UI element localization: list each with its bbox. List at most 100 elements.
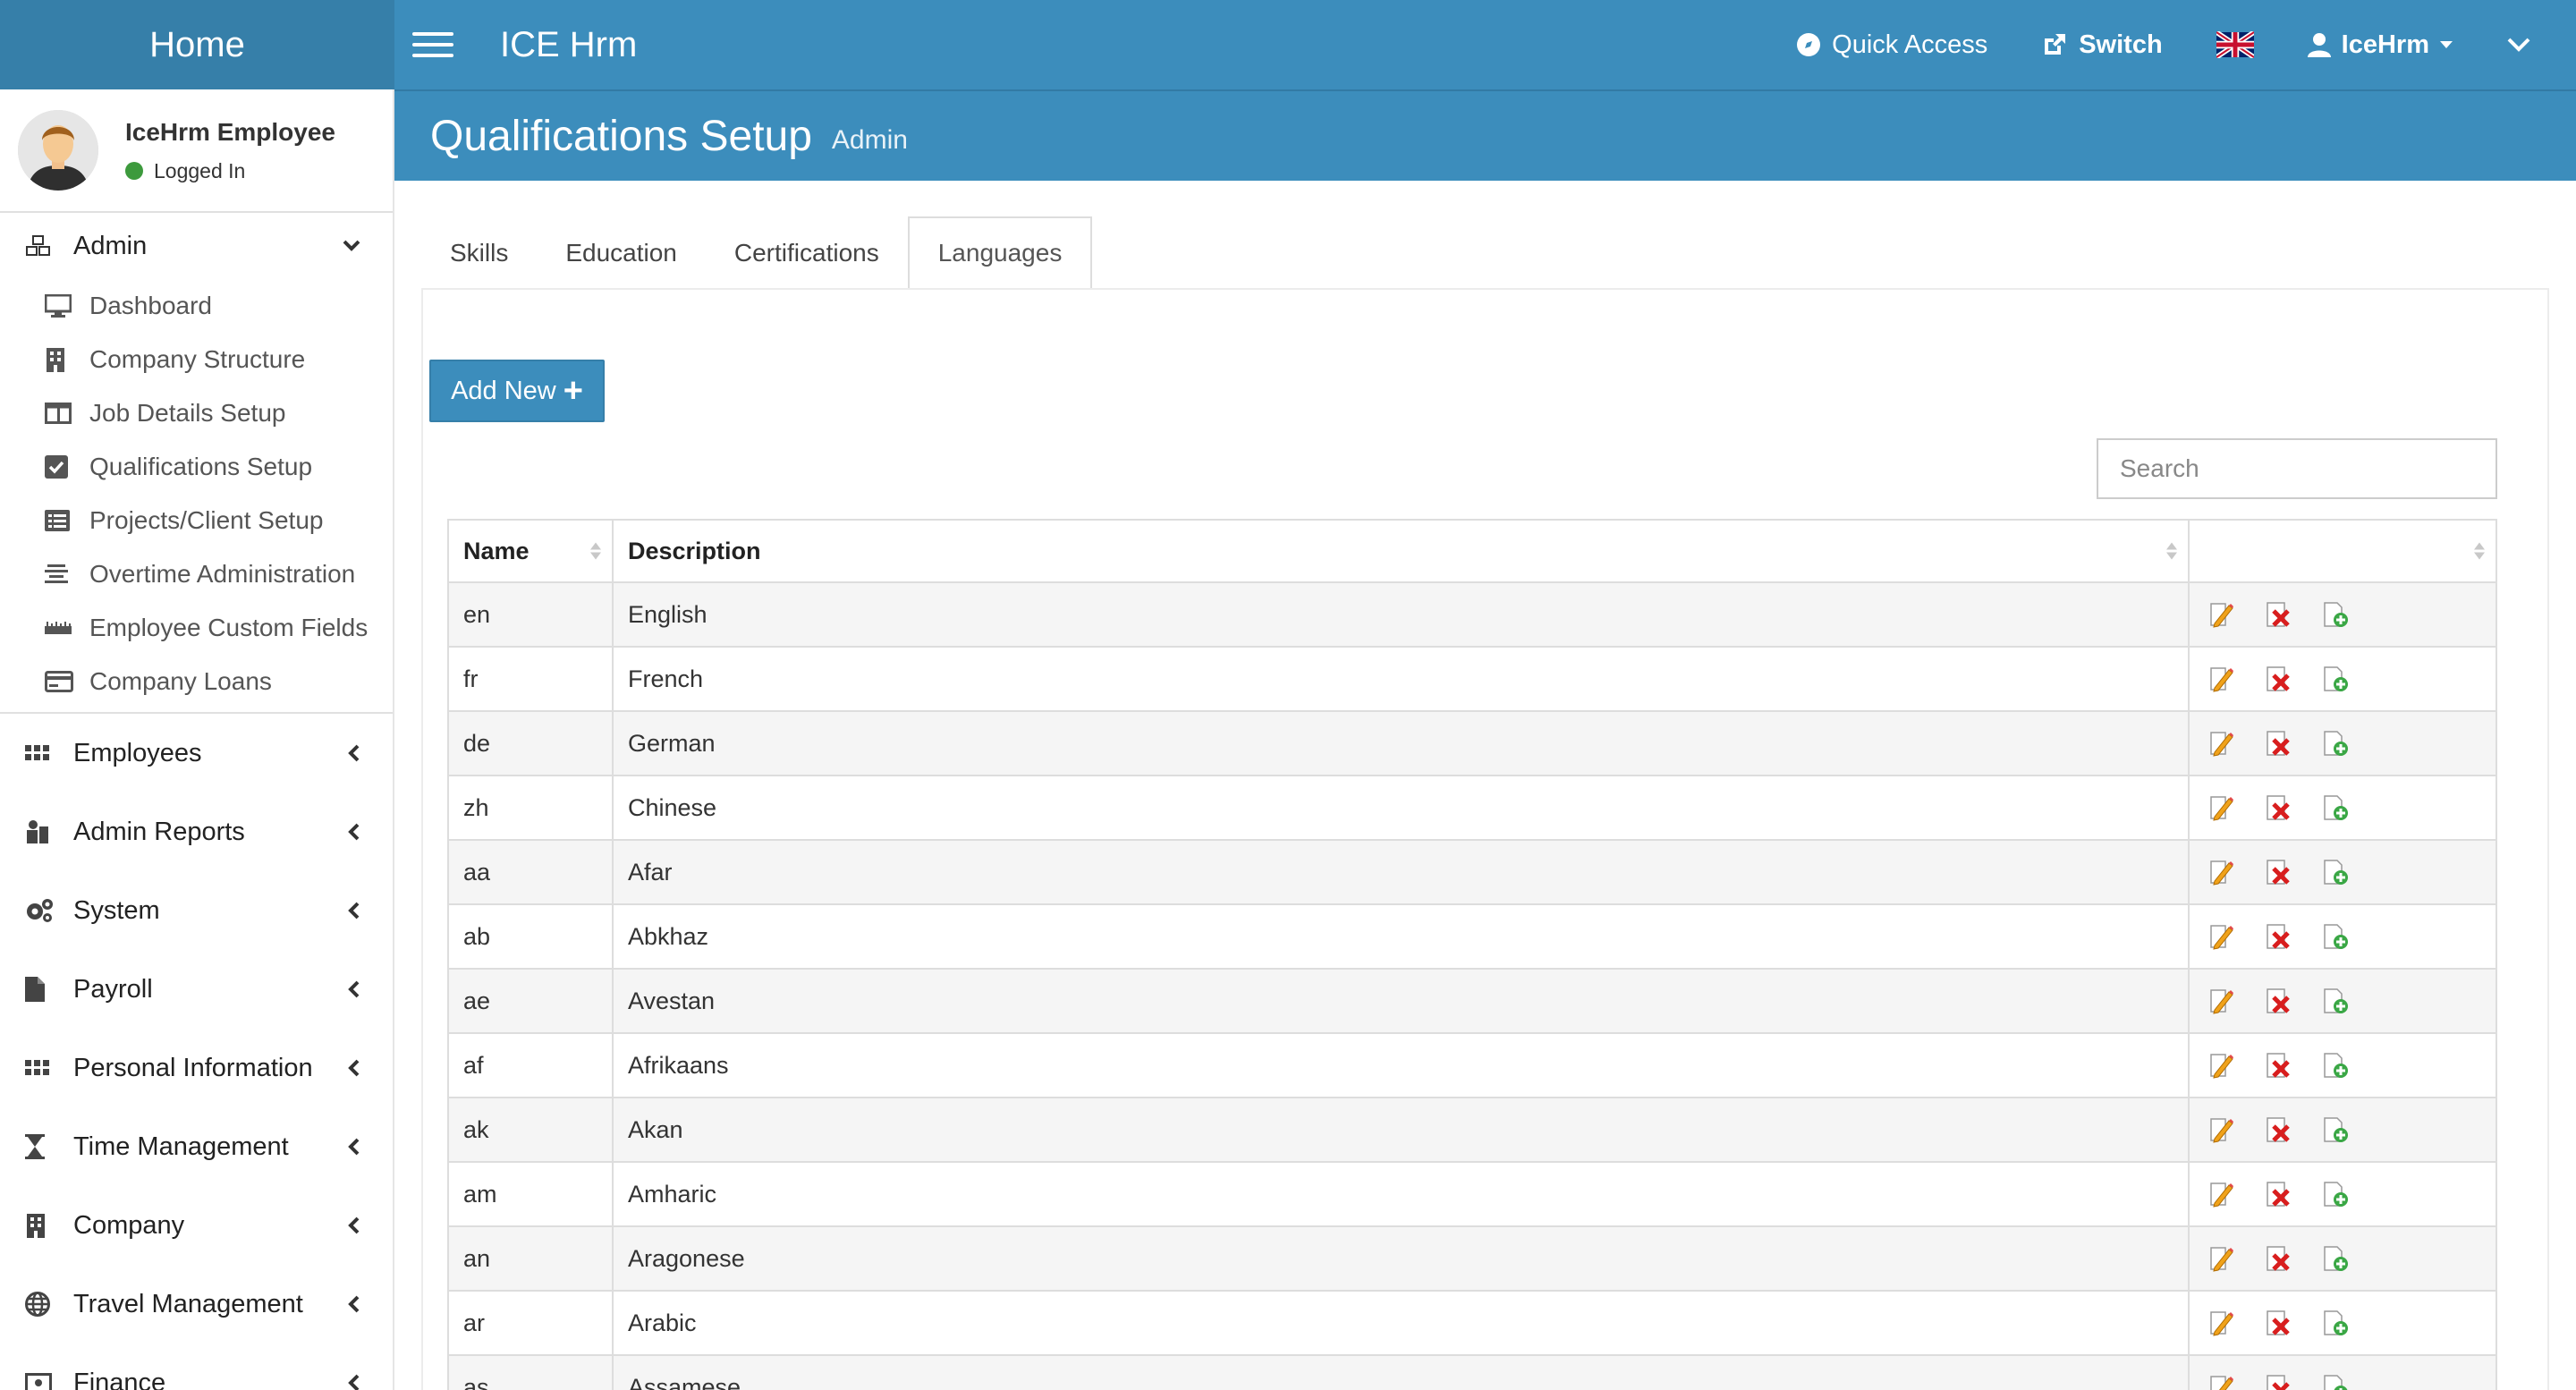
add-new-button[interactable]: Add New + (429, 360, 605, 422)
edit-icon[interactable] (2207, 793, 2234, 822)
edit-icon[interactable] (2207, 987, 2234, 1015)
more-menu-toggle[interactable] (2479, 0, 2576, 89)
chevron-left-icon (348, 980, 360, 998)
delete-icon[interactable] (2265, 1115, 2292, 1144)
compass-icon (1797, 33, 1821, 56)
copy-icon[interactable] (2322, 1051, 2349, 1080)
sidebar-item-personal-information[interactable]: Personal Information (0, 1029, 393, 1107)
globe-icon (25, 1292, 55, 1317)
sidebar-item-employee-custom-fields[interactable]: Employee Custom Fields (0, 601, 393, 655)
delete-icon[interactable] (2265, 729, 2292, 758)
edit-icon[interactable] (2207, 1051, 2234, 1080)
uk-flag-icon[interactable] (2216, 31, 2254, 58)
sort-icon (590, 542, 601, 560)
cell-name: de (448, 710, 614, 776)
table-row: aa Afar (448, 839, 2496, 904)
edit-icon[interactable] (2207, 1373, 2234, 1390)
sidebar-item-qualifications-setup[interactable]: Qualifications Setup (0, 440, 393, 494)
edit-icon[interactable] (2207, 922, 2234, 951)
delete-icon[interactable] (2265, 793, 2292, 822)
column-header-actions[interactable] (2189, 520, 2496, 583)
delete-icon[interactable] (2265, 922, 2292, 951)
edit-icon[interactable] (2207, 858, 2234, 886)
edit-icon[interactable] (2207, 729, 2234, 758)
columns-icon (45, 403, 75, 424)
copy-icon[interactable] (2322, 729, 2349, 758)
cell-actions (2189, 1097, 2496, 1162)
delete-icon[interactable] (2265, 987, 2292, 1015)
copy-icon[interactable] (2322, 1115, 2349, 1144)
delete-icon[interactable] (2265, 1373, 2292, 1390)
edit-icon[interactable] (2207, 1309, 2234, 1337)
tab-certifications[interactable]: Certifications (706, 216, 908, 290)
delete-icon[interactable] (2265, 858, 2292, 886)
sidebar-item-travel-management[interactable]: Travel Management (0, 1265, 393, 1343)
sort-icon (2166, 542, 2177, 560)
copy-icon[interactable] (2322, 1309, 2349, 1337)
hourglass-icon (25, 1134, 55, 1159)
table-row: ak Akan (448, 1097, 2496, 1162)
sidebar-item-payroll[interactable]: Payroll (0, 950, 393, 1029)
languages-table: Name Description en English fr French de Germ… (447, 519, 2497, 1390)
sidebar-item-company-loans[interactable]: Company Loans (0, 655, 393, 708)
search-input[interactable] (2097, 438, 2497, 499)
sidebar-item-overtime-administration[interactable]: Overtime Administration (0, 547, 393, 601)
delete-icon[interactable] (2265, 1051, 2292, 1080)
delete-icon[interactable] (2265, 1244, 2292, 1273)
quick-access-link[interactable]: Quick Access (1769, 0, 2014, 89)
brand-home-link[interactable]: Home (0, 0, 394, 89)
sidebar-item-admin-reports[interactable]: Admin Reports (0, 792, 393, 871)
delete-icon[interactable] (2265, 1180, 2292, 1208)
sidebar-item-employees[interactable]: Employees (0, 714, 393, 792)
cell-actions (2189, 646, 2496, 711)
copy-icon[interactable] (2322, 600, 2349, 629)
edit-icon[interactable] (2207, 665, 2234, 693)
building-icon (45, 347, 75, 372)
cell-actions (2189, 839, 2496, 904)
copy-icon[interactable] (2322, 987, 2349, 1015)
sidebar-item-label: Company (73, 1210, 185, 1240)
sidebar-item-job-details-setup[interactable]: Job Details Setup (0, 386, 393, 440)
sidebar-item-company[interactable]: Company (0, 1186, 393, 1265)
switch-link[interactable]: Switch (2014, 0, 2189, 89)
sidebar-item-finance[interactable]: Finance (0, 1343, 393, 1390)
column-header-description[interactable]: Description (613, 520, 2190, 583)
edit-icon[interactable] (2207, 1115, 2234, 1144)
tab-bar: Skills Education Certifications Language… (421, 216, 1093, 290)
copy-icon[interactable] (2322, 922, 2349, 951)
user-status-label: Logged In (154, 158, 246, 182)
edit-icon[interactable] (2207, 1244, 2234, 1273)
sidebar-item-label: Time Management (73, 1131, 289, 1161)
delete-icon[interactable] (2265, 665, 2292, 693)
sidebar-toggle-icon[interactable] (412, 30, 453, 60)
copy-icon[interactable] (2322, 793, 2349, 822)
sidebar-item-label: Dashboard (89, 292, 212, 319)
copy-icon[interactable] (2322, 1180, 2349, 1208)
cell-description: Chinese (613, 775, 2190, 840)
column-header-name[interactable]: Name (448, 520, 614, 583)
grid-icon (25, 745, 55, 761)
delete-icon[interactable] (2265, 1309, 2292, 1337)
copy-icon[interactable] (2322, 1373, 2349, 1390)
sidebar-item-company-structure[interactable]: Company Structure (0, 333, 393, 386)
sidebar-item-dashboard[interactable]: Dashboard (0, 279, 393, 333)
sidebar-item-projects-client-setup[interactable]: Projects/Client Setup (0, 494, 393, 547)
chevron-left-icon (348, 902, 360, 920)
copy-icon[interactable] (2322, 665, 2349, 693)
sidebar-item-admin[interactable]: Admin (0, 213, 393, 279)
table-row: ae Avestan (448, 968, 2496, 1033)
delete-icon[interactable] (2265, 600, 2292, 629)
sidebar-item-system[interactable]: System (0, 871, 393, 950)
cell-description: Arabic (613, 1290, 2190, 1355)
copy-icon[interactable] (2322, 858, 2349, 886)
cell-name: ak (448, 1097, 614, 1162)
edit-icon[interactable] (2207, 600, 2234, 629)
edit-icon[interactable] (2207, 1180, 2234, 1208)
tab-education[interactable]: Education (537, 216, 706, 290)
tab-languages[interactable]: Languages (907, 216, 1093, 290)
copy-icon[interactable] (2322, 1244, 2349, 1273)
tab-skills[interactable]: Skills (421, 216, 537, 290)
sidebar-item-time-management[interactable]: Time Management (0, 1107, 393, 1186)
user-menu[interactable]: IceHrm (2281, 0, 2479, 89)
app-title: ICE Hrm (500, 24, 638, 64)
